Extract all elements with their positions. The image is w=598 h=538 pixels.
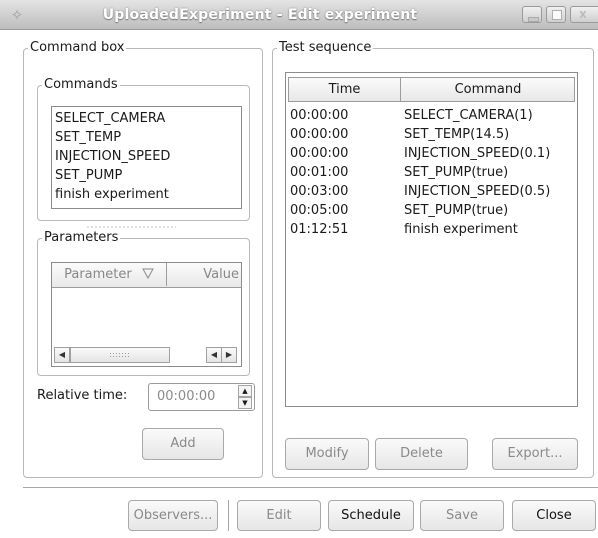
spin-down-icon[interactable]: ▼ — [238, 397, 252, 409]
close-button[interactable]: Close — [512, 500, 596, 531]
command-item[interactable]: INJECTION_SPEED — [52, 147, 241, 166]
parameters-hscrollbar[interactable]: ◀ ◀ ▶ — [54, 347, 239, 363]
time-column-header[interactable]: Time — [289, 78, 401, 101]
modify-button[interactable]: Modify — [285, 438, 369, 470]
parameters-table[interactable]: Parameter Value ◀ ◀ ▶ — [51, 262, 242, 367]
delete-button[interactable]: Delete — [375, 438, 468, 470]
schedule-button[interactable]: Schedule — [328, 500, 414, 531]
time-cell: 00:00:00 — [290, 146, 349, 161]
time-cell: 01:12:51 — [290, 222, 349, 237]
relative-time-label: Relative time: — [37, 388, 128, 403]
command-cell: finish experiment — [404, 222, 518, 237]
parameter-column-label: Parameter — [64, 267, 132, 282]
footer-separator — [228, 500, 229, 531]
command-box-legend: Command box — [28, 40, 127, 56]
splitter-handle[interactable] — [86, 225, 176, 229]
command-cell: INJECTION_SPEED(0.5) — [404, 184, 551, 199]
parameters-header: Parameter Value — [52, 263, 241, 288]
command-item[interactable]: SELECT_CAMERA — [52, 109, 241, 128]
command-item[interactable]: SET_PUMP — [52, 166, 241, 185]
title-bar: ✧ UploadedExperiment - Edit experiment x — [0, 0, 598, 30]
scroll-right-icon[interactable]: ▶ — [221, 347, 237, 363]
close-icon: x — [579, 7, 587, 21]
test-sequence-legend: Test sequence — [277, 40, 374, 56]
scroll-left-icon[interactable]: ◀ — [54, 347, 70, 363]
time-cell: 00:05:00 — [290, 203, 349, 218]
add-button[interactable]: Add — [142, 428, 224, 460]
commands-legend: Commands — [42, 77, 120, 93]
command-cell: SELECT_CAMERA(1) — [404, 108, 533, 123]
command-cell: SET_TEMP(14.5) — [404, 127, 510, 142]
command-cell: SET_PUMP(true) — [404, 203, 509, 218]
time-cell: 00:03:00 — [290, 184, 349, 199]
scroll-left-icon[interactable]: ◀ — [206, 347, 222, 363]
value-column-header[interactable]: Value — [168, 263, 241, 286]
maximize-button[interactable] — [546, 6, 566, 23]
close-window-button[interactable]: x — [570, 6, 598, 23]
save-button[interactable]: Save — [420, 500, 504, 531]
observers-button[interactable]: Observers... — [128, 500, 218, 531]
footer-divider — [23, 487, 598, 488]
spin-up-icon[interactable]: ▲ — [238, 385, 252, 397]
test-sequence-header: Time Command — [288, 77, 575, 102]
relative-time-value[interactable]: 00:00:00 — [157, 389, 215, 404]
time-cell: 00:00:00 — [290, 108, 349, 123]
window-title: UploadedExperiment - Edit experiment — [102, 7, 418, 23]
time-cell: 00:01:00 — [290, 165, 349, 180]
parameters-legend: Parameters — [42, 230, 121, 246]
export-button[interactable]: Export... — [492, 438, 578, 470]
commands-list[interactable]: SELECT_CAMERA SET_TEMP INJECTION_SPEED S… — [51, 106, 242, 209]
edit-button[interactable]: Edit — [237, 500, 321, 531]
command-column-header[interactable]: Command — [402, 78, 574, 101]
command-cell: INJECTION_SPEED(0.1) — [404, 146, 551, 161]
relative-time-spinbox[interactable]: 00:00:00 ▲ ▼ — [148, 383, 255, 411]
minimize-button[interactable] — [522, 6, 542, 23]
command-item[interactable]: finish experiment — [52, 185, 241, 204]
parameter-column-header[interactable]: Parameter — [52, 263, 167, 286]
command-item[interactable]: SET_TEMP — [52, 128, 241, 147]
scrollbar-thumb[interactable] — [70, 347, 170, 363]
sort-indicator-icon — [142, 268, 154, 280]
app-icon: ✧ — [10, 6, 24, 24]
command-cell: SET_PUMP(true) — [404, 165, 509, 180]
time-cell: 00:00:00 — [290, 127, 349, 142]
